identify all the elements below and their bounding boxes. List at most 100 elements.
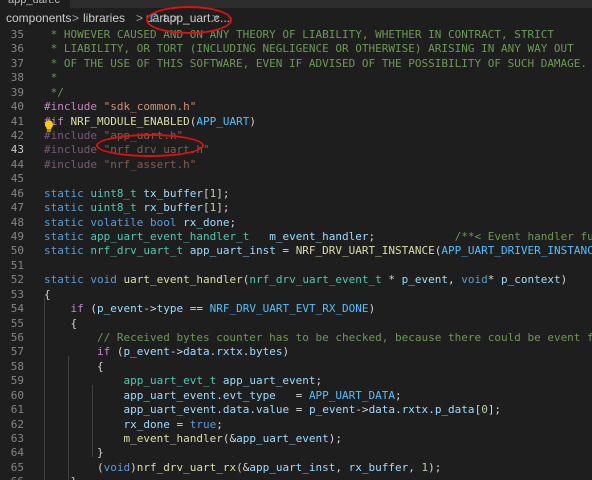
code-line[interactable]: 45 bbox=[0, 172, 592, 186]
code-token: APP_UART_DATA bbox=[308, 388, 396, 402]
code-token: [ bbox=[202, 201, 210, 215]
code-line[interactable]: 60 app_uart_event.evt_type = APP_UART_DA… bbox=[0, 389, 592, 403]
code-text: #include "nrf_assert.h" bbox=[44, 158, 196, 172]
code-line[interactable]: 53 { bbox=[0, 288, 592, 302]
code-token: NRF_MODULE_ENABLED bbox=[70, 114, 190, 128]
code-token: ( bbox=[110, 345, 124, 359]
code-line[interactable]: 54 if (p_event->type == NRF_DRV_UART_EVT… bbox=[0, 302, 592, 316]
line-number: 54 bbox=[10, 302, 24, 316]
code-token: [ bbox=[202, 186, 210, 200]
breadcrumb-item-more[interactable]: ... bbox=[220, 8, 230, 28]
code-token: = bbox=[289, 403, 309, 417]
code-line[interactable]: 36 * LIABILITY, OR TORT (INCLUDING NEGLI… bbox=[0, 42, 592, 56]
code-token: , bbox=[408, 460, 422, 474]
line-number: 45 bbox=[10, 172, 24, 186]
code-text: #include "nrf_drv_uart.h" bbox=[44, 143, 210, 157]
code-line[interactable]: 35 * HOWEVER CAUSED AND ON ANY THEORY OF… bbox=[0, 28, 592, 42]
code-line[interactable]: 56 // Received bytes counter has to be c… bbox=[0, 331, 592, 345]
code-token: -> bbox=[355, 403, 369, 417]
code-line[interactable]: 39 */ bbox=[0, 86, 592, 100]
code-line[interactable]: 61 app_uart_event.data.value = p_event->… bbox=[0, 403, 592, 417]
code-token: uart_event_handler bbox=[123, 273, 243, 287]
code-line[interactable]: 64 } bbox=[0, 446, 592, 460]
code-line[interactable]: 65 (void)nrf_drv_uart_rx(&app_uart_inst,… bbox=[0, 461, 592, 475]
code-text: { bbox=[44, 360, 104, 374]
code-token: rx_buffer bbox=[143, 201, 203, 215]
code-token: ) bbox=[368, 302, 376, 316]
code-token: "sdk_common.h" bbox=[103, 100, 197, 114]
code-token: #include bbox=[44, 100, 97, 114]
code-token: * bbox=[381, 273, 402, 287]
code-line[interactable]: 44 #include "nrf_assert.h" bbox=[0, 158, 592, 172]
code-text: app_uart_event.evt_type = APP_UART_DATA; bbox=[44, 388, 401, 403]
code-token: APP_UART bbox=[196, 114, 250, 128]
breadcrumb-item-libraries[interactable]: libraries bbox=[83, 8, 125, 28]
code-text: * HOWEVER CAUSED AND ON ANY THEORY OF LI… bbox=[44, 28, 554, 42]
c-file-icon: C bbox=[150, 11, 159, 25]
code-token: rx_buffer bbox=[348, 460, 409, 474]
code-line[interactable]: 58 { bbox=[0, 360, 592, 374]
code-token: void bbox=[90, 273, 117, 287]
code-token: { bbox=[44, 316, 78, 330]
code-token: evt_type bbox=[222, 388, 276, 402]
code-line[interactable]: 43 #include "nrf_drv_uart.h" bbox=[0, 143, 592, 157]
code-token: NRF_DRV_UART_INSTANCE bbox=[295, 244, 435, 258]
code-line[interactable]: 50 static nrf_drv_uart_t app_uart_inst = … bbox=[0, 244, 592, 258]
line-number: 49 bbox=[10, 230, 24, 244]
line-number: 65 bbox=[10, 460, 24, 474]
code-token: static bbox=[44, 201, 84, 215]
code-token: p_event bbox=[401, 273, 449, 287]
breadcrumb-item-components[interactable]: components bbox=[6, 8, 71, 28]
code-line[interactable]: 49 static app_uart_event_handler_t m_even… bbox=[0, 230, 592, 244]
code-line[interactable]: 51 bbox=[0, 259, 592, 273]
code-line[interactable]: 40 #include "sdk_common.h" bbox=[0, 100, 592, 114]
code-token: if bbox=[70, 302, 84, 316]
code-line[interactable]: 47 static uint8_t rx_buffer[1]; bbox=[0, 201, 592, 215]
code-token: APP_UART_DRIVER_INSTANCE bbox=[441, 244, 592, 258]
code-line[interactable]: 57 if (p_event->data.rxtx.bytes) bbox=[0, 345, 592, 359]
code-token: void bbox=[103, 460, 131, 474]
line-number: 60 bbox=[10, 388, 24, 402]
code-token: data bbox=[368, 403, 396, 417]
line-number: 36 bbox=[10, 42, 24, 56]
code-line[interactable]: 41 #if NRF_MODULE_ENABLED(APP_UART) bbox=[0, 115, 592, 129]
line-number: 38 bbox=[10, 71, 24, 85]
code-line[interactable]: 66 } bbox=[0, 475, 592, 480]
code-text: m_event_handler(&app_uart_event); bbox=[44, 432, 342, 446]
code-token: app_uart_event bbox=[236, 432, 329, 446]
code-token: app_uart_event bbox=[222, 374, 316, 388]
lightbulb-icon[interactable] bbox=[44, 120, 54, 137]
code-token: ) bbox=[249, 114, 256, 128]
code-line[interactable]: 42 #include "app_uart.h" bbox=[0, 129, 592, 143]
code-editor[interactable]: 35 * HOWEVER CAUSED AND ON ANY THEORY OF… bbox=[0, 28, 592, 480]
code-line[interactable]: 59 app_uart_evt_t app_uart_event; bbox=[0, 374, 592, 388]
code-line[interactable]: 48 static volatile bool rx_done; bbox=[0, 216, 592, 230]
code-token: ]; bbox=[216, 186, 230, 200]
code-line[interactable]: 63 m_event_handler(&app_uart_event); bbox=[0, 432, 592, 446]
code-text: app_uart_event.data.value = p_event->dat… bbox=[44, 403, 501, 417]
code-token: * HOWEVER CAUSED AND ON ANY THEORY OF LI… bbox=[44, 28, 554, 41]
code-line[interactable]: 52 static void uart_event_handler(nrf_drv… bbox=[0, 273, 592, 287]
code-line[interactable]: 62 rx_done = true; bbox=[0, 418, 592, 432]
code-token: -> bbox=[143, 302, 157, 316]
code-line[interactable]: 38 * bbox=[0, 71, 592, 85]
tab-app-uart[interactable]: app_uart.c bbox=[0, 0, 70, 8]
code-line[interactable]: 37 * OF THE USE OF THIS SOFTWARE, EVEN I… bbox=[0, 57, 592, 71]
code-token: p_event bbox=[97, 302, 144, 316]
code-token: ); bbox=[428, 460, 442, 474]
code-token: true bbox=[189, 417, 217, 431]
code-token: ; bbox=[315, 374, 323, 388]
line-number: 46 bbox=[10, 186, 24, 200]
code-token: { bbox=[44, 287, 51, 301]
code-token: ) bbox=[130, 460, 137, 474]
line-number: 57 bbox=[10, 345, 24, 359]
code-token: static bbox=[44, 244, 84, 258]
code-token: { bbox=[44, 359, 104, 373]
code-line[interactable]: 55 { bbox=[0, 317, 592, 331]
code-line[interactable]: 46 static uint8_t tx_buffer[1]; bbox=[0, 187, 592, 201]
